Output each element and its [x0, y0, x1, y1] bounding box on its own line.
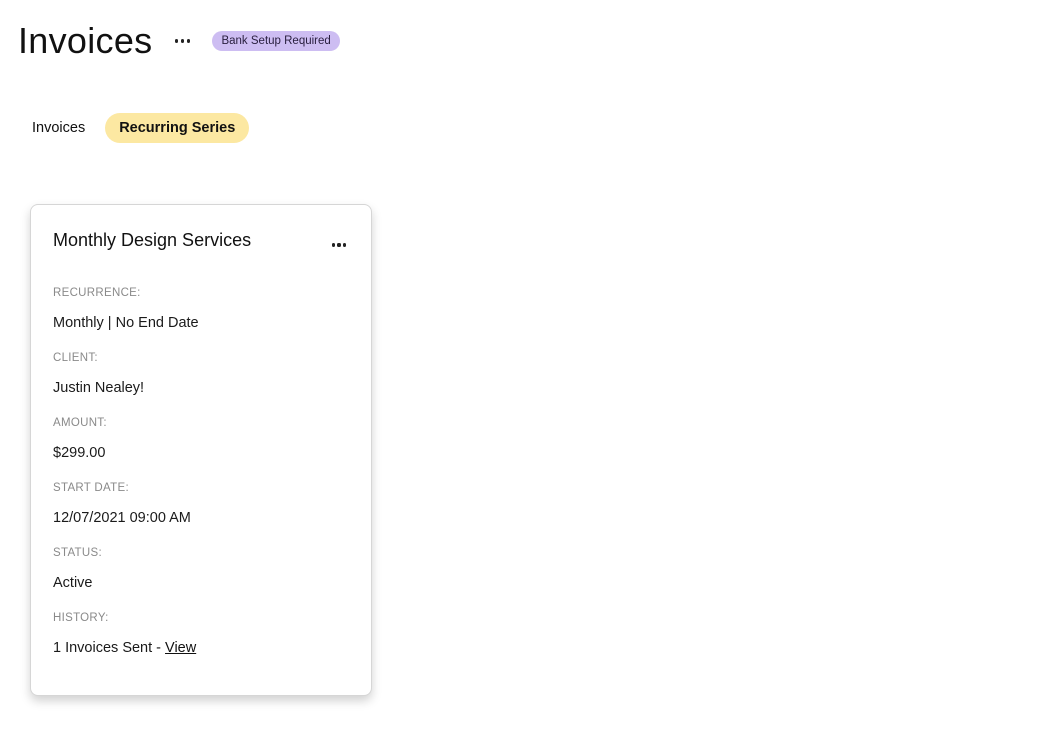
field-label: AMOUNT:: [53, 417, 107, 429]
view-history-link[interactable]: View: [165, 640, 196, 656]
field-amount: AMOUNT: $299.00: [53, 415, 199, 480]
card-options-button[interactable]: [329, 237, 349, 253]
field-client: CLIENT: Justin Nealey!: [53, 350, 199, 415]
card-fields: RECURRENCE: Monthly | No End Date CLIENT…: [53, 285, 199, 675]
field-value: 12/07/2021 09:00 AM: [53, 510, 191, 526]
history-count-text: 1 Invoices Sent -: [53, 640, 166, 656]
more-options-button[interactable]: [170, 29, 194, 53]
field-value: Justin Nealey!: [53, 380, 145, 396]
page-title: Invoices: [18, 20, 153, 61]
tab-bar: Invoices Recurring Series: [18, 113, 250, 143]
more-horizontal-icon: [174, 39, 191, 43]
field-recurrence: RECURRENCE: Monthly | No End Date: [53, 285, 199, 350]
field-label: CLIENT:: [53, 352, 98, 364]
page: Invoices Bank Setup Required Invoices Re…: [0, 0, 1050, 744]
card-title: Monthly Design Services: [53, 230, 252, 250]
bank-setup-badge[interactable]: Bank Setup Required: [212, 31, 340, 51]
field-value: Active: [53, 575, 93, 591]
field-label: START DATE:: [53, 482, 129, 494]
field-label: STATUS:: [53, 547, 102, 559]
field-status: STATUS: Active: [53, 545, 199, 610]
page-header: Invoices Bank Setup Required: [18, 18, 340, 64]
field-value: $299.00: [53, 445, 106, 461]
field-history: HISTORY: 1 Invoices Sent - View: [53, 610, 199, 675]
field-label: RECURRENCE:: [53, 287, 141, 299]
more-horizontal-icon: [331, 243, 347, 247]
recurring-series-card: Monthly Design Services RECURRENCE: Mont…: [30, 204, 372, 696]
field-value: Monthly | No End Date: [53, 315, 199, 331]
field-label: HISTORY:: [53, 612, 109, 624]
tab-recurring-series[interactable]: Recurring Series: [105, 113, 250, 143]
tab-invoices[interactable]: Invoices: [18, 113, 99, 143]
field-start-date: START DATE: 12/07/2021 09:00 AM: [53, 480, 199, 545]
field-value: 1 Invoices Sent - View: [53, 639, 199, 657]
